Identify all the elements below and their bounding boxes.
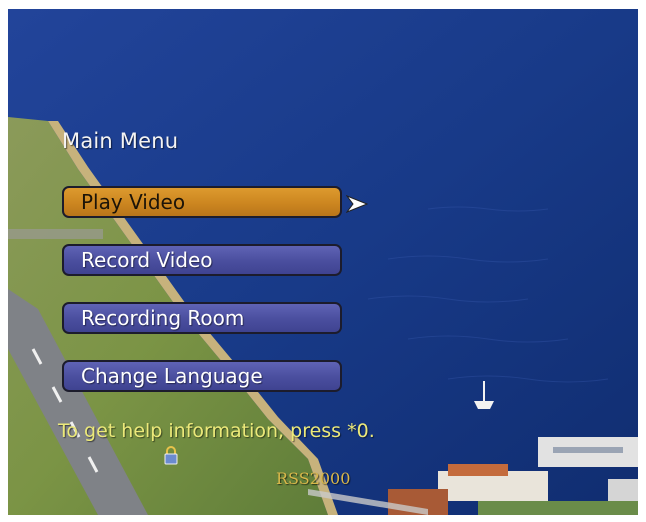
page-title: Main Menu: [62, 129, 179, 153]
change-language-button[interactable]: Change Language: [62, 360, 342, 392]
help-text: To get help information, press *0.: [58, 420, 375, 442]
recording-room-button[interactable]: Recording Room: [62, 302, 342, 334]
play-video-button[interactable]: Play Video: [62, 186, 342, 218]
record-video-button[interactable]: Record Video: [62, 244, 342, 276]
tv-screen: Main Menu Play Video Record Video Record…: [8, 9, 638, 515]
lock-icon: [164, 446, 178, 465]
brand-label: RSS2000: [276, 469, 351, 488]
chevron-right-icon: [346, 195, 368, 213]
